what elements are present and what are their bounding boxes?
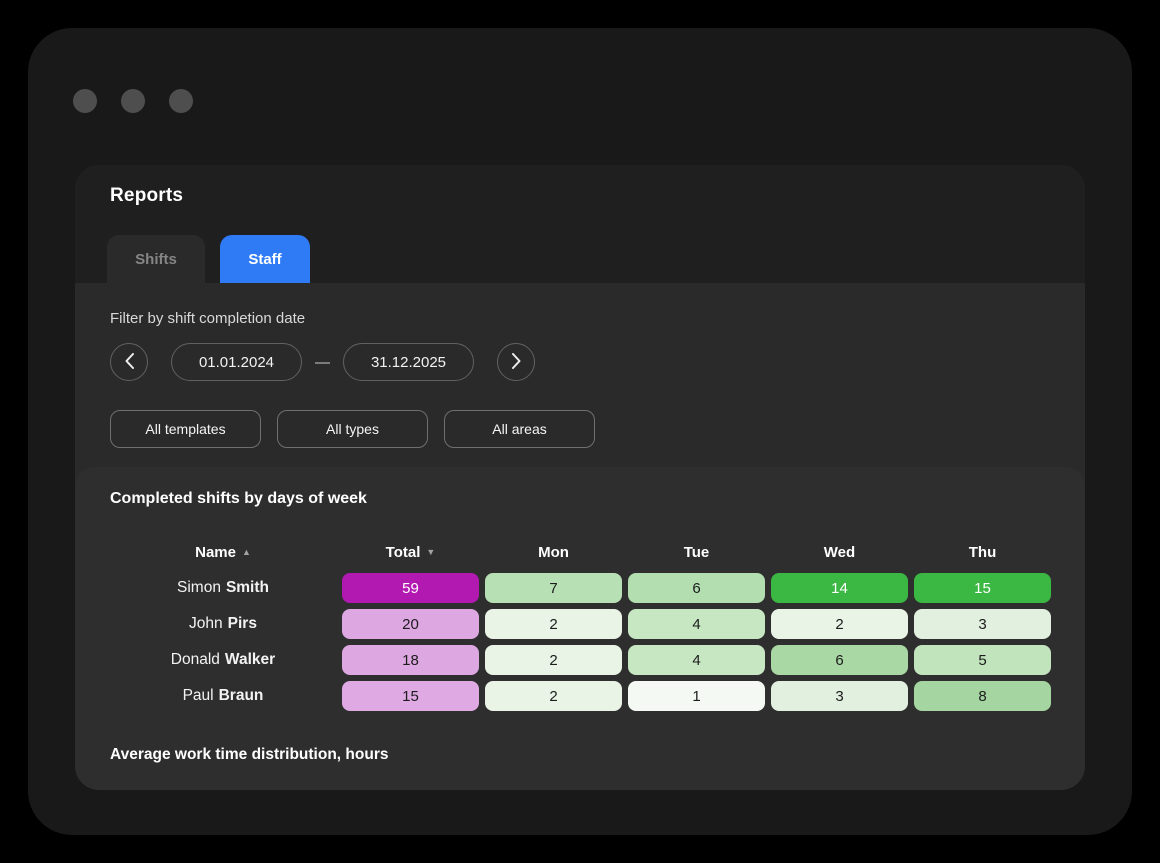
filter-areas-button[interactable]: All areas	[444, 410, 595, 448]
shift-count-chip: 59	[342, 573, 479, 603]
column-header-wed: Wed	[823, 543, 856, 561]
filter-section: Filter by shift completion date 01.01.20…	[75, 283, 1085, 467]
window-controls	[73, 89, 193, 113]
window-control-dot[interactable]	[121, 89, 145, 113]
date-to-button[interactable]: 31.12.2025	[343, 343, 474, 381]
completed-shifts-section: Completed shifts by days of week Name ▲ …	[75, 467, 1085, 790]
filter-label: Filter by shift completion date	[110, 310, 306, 327]
sort-desc-icon: ▼	[426, 546, 436, 557]
date-prev-button[interactable]	[110, 343, 148, 381]
shift-count-chip: 3	[771, 681, 908, 711]
window-control-dot[interactable]	[169, 89, 193, 113]
column-header-mon: Mon	[538, 543, 569, 561]
staff-name: Donald Walker	[110, 645, 336, 675]
shift-count-chip: 2	[485, 645, 622, 675]
sort-asc-icon: ▲	[241, 546, 251, 557]
filter-templates-button[interactable]: All templates	[110, 410, 261, 448]
shift-count-chip: 1	[628, 681, 765, 711]
chevron-right-icon	[511, 352, 521, 372]
shift-count-chip: 6	[771, 645, 908, 675]
app-window: Reports Shifts Staff Filter by shift com…	[28, 28, 1132, 835]
column-header-thu: Thu	[968, 543, 997, 561]
staff-last-name: Walker	[224, 651, 276, 668]
shift-count-chip: 5	[914, 645, 1051, 675]
shift-count-chip: 18	[342, 645, 479, 675]
shift-count-chip: 4	[628, 645, 765, 675]
date-next-button[interactable]	[497, 343, 535, 381]
staff-name: Paul Braun	[110, 681, 336, 711]
shift-count-chip: 3	[914, 609, 1051, 639]
shift-count-chip: 20	[342, 609, 479, 639]
shift-count-chip: 7	[485, 573, 622, 603]
page-title: Reports	[110, 185, 184, 206]
staff-first-name: Donald	[170, 651, 220, 668]
staff-last-name: Smith	[225, 579, 269, 596]
shift-count-chip: 2	[485, 609, 622, 639]
section-title: Completed shifts by days of week	[110, 490, 367, 507]
column-header-name-label: Name	[195, 543, 236, 561]
staff-first-name: Simon	[177, 579, 221, 596]
shift-count-chip: 2	[485, 681, 622, 711]
chevron-left-icon	[125, 352, 134, 372]
shift-count-chip: 2	[771, 609, 908, 639]
reports-panel: Reports Shifts Staff Filter by shift com…	[75, 165, 1085, 790]
staff-last-name: Braun	[218, 687, 264, 704]
filter-types-button[interactable]: All types	[277, 410, 428, 448]
reports-header: Reports Shifts Staff	[75, 165, 1085, 283]
staff-name: John Pirs	[110, 609, 336, 639]
shift-count-chip: 14	[771, 573, 908, 603]
column-header-tue: Tue	[683, 543, 710, 561]
completed-shifts-table: Name ▲ Total ▼ Mon Tue Wed Thu Simon Smi…	[110, 537, 1051, 711]
window-control-dot[interactable]	[73, 89, 97, 113]
shift-count-chip: 15	[342, 681, 479, 711]
tab-shifts[interactable]: Shifts	[107, 235, 205, 283]
filter-buttons: All templates All types All areas	[110, 410, 595, 448]
date-from-button[interactable]: 01.01.2024	[171, 343, 302, 381]
shift-count-chip: 4	[628, 609, 765, 639]
column-header-total-label: Total	[385, 543, 421, 561]
staff-first-name: Paul	[182, 687, 214, 704]
shift-count-chip: 15	[914, 573, 1051, 603]
date-range-controls: 01.01.2024 — 31.12.2025	[110, 343, 535, 381]
shift-count-chip: 6	[628, 573, 765, 603]
column-header-total[interactable]: Total ▼	[342, 537, 479, 567]
staff-name: Simon Smith	[110, 573, 336, 603]
date-range-separator: —	[315, 353, 330, 371]
shift-count-chip: 8	[914, 681, 1051, 711]
staff-last-name: Pirs	[227, 615, 257, 632]
tab-staff[interactable]: Staff	[220, 235, 310, 283]
staff-first-name: John	[189, 615, 223, 632]
column-header-name[interactable]: Name ▲	[110, 537, 336, 567]
average-work-time-title: Average work time distribution, hours	[110, 746, 389, 763]
